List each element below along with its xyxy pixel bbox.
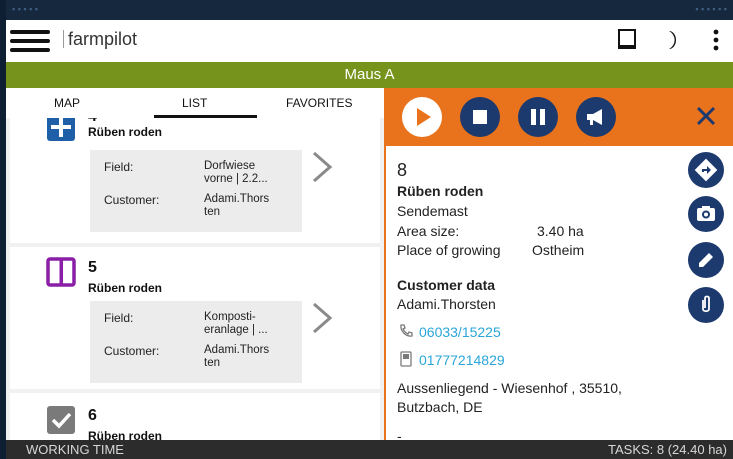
- stop-button[interactable]: [460, 97, 500, 137]
- app-bar: farmpilot: [6, 20, 733, 62]
- play-button[interactable]: [402, 97, 442, 137]
- menu-icon[interactable]: [10, 28, 50, 54]
- address-line2: Butzbach, DE: [397, 399, 483, 415]
- checkbox-checked-icon: [46, 405, 76, 435]
- status-icons-right: ▪ ▪ ▪ ▪ ▪ ▪: [695, 4, 727, 14]
- task-number: 5: [88, 259, 97, 276]
- bottom-status-bar: WORKING TIME TASKS: 8 (24.40 ha): [6, 440, 733, 459]
- field-value-line2: eranlage | ...: [204, 324, 268, 336]
- chevron-right-icon[interactable]: [310, 301, 334, 335]
- task-name: Rüben roden: [88, 429, 162, 440]
- task-name: Rüben roden: [88, 125, 162, 139]
- detail-field-name: Sendemast: [397, 203, 468, 219]
- task-controls-bar: [384, 88, 733, 146]
- tab-list[interactable]: LIST: [182, 96, 207, 110]
- area-size-value: 3.40 ha: [537, 223, 584, 239]
- tab-map[interactable]: MAP: [54, 96, 80, 110]
- field-value-line2: vorne | 2.2...: [204, 173, 268, 185]
- task-card[interactable]: 6 Rüben roden: [10, 393, 380, 440]
- field-value: Komposti- eranlage | ...: [204, 311, 296, 337]
- customer-value: Adami.Thors ten: [204, 344, 296, 370]
- phone-link[interactable]: 06033/15225: [419, 324, 501, 340]
- camera-button[interactable]: [688, 196, 724, 232]
- app-brand: farmpilot: [68, 29, 138, 49]
- task-info-box: Field: Komposti- eranlage | ... Customer…: [90, 301, 302, 383]
- announce-button[interactable]: [576, 97, 616, 137]
- chevron-right-icon[interactable]: [310, 150, 334, 184]
- status-icons-left: ▪ ▪ ▪ ▪ ▪: [12, 4, 38, 14]
- status-bar: ▪ ▪ ▪ ▪ ▪ ▪ ▪ ▪ ▪ ▪ ▪: [6, 0, 733, 20]
- more-options-icon[interactable]: [702, 26, 730, 54]
- tab-favorites[interactable]: FAVORITES: [286, 96, 352, 110]
- mobile-link[interactable]: 01777214829: [419, 352, 505, 368]
- customer-label: Customer:: [104, 193, 160, 207]
- customer-data-heading: Customer data: [397, 277, 496, 293]
- tasks-summary: TASKS: 8 (24.40 ha): [608, 442, 727, 457]
- task-number: 6: [88, 407, 97, 424]
- close-icon[interactable]: [694, 104, 718, 128]
- task-card[interactable]: 4 Rüben roden Field: Dorfwiese vorne | 2…: [10, 118, 380, 243]
- navigate-button[interactable]: [688, 152, 724, 188]
- customer-value-line1: Adami.Thors: [204, 193, 270, 205]
- working-time-label[interactable]: WORKING TIME: [26, 440, 124, 459]
- attachment-button[interactable]: [688, 287, 724, 323]
- vehicle-bar: Maus A: [6, 62, 733, 88]
- pause-button[interactable]: [518, 97, 558, 137]
- edit-button[interactable]: [688, 242, 724, 278]
- plus-icon: [46, 118, 76, 142]
- field-value-line1: Komposti-: [204, 311, 256, 323]
- customer-value: Adami.Thors ten: [204, 193, 296, 219]
- app-frame: ▪ ▪ ▪ ▪ ▪ ▪ ▪ ▪ ▪ ▪ ▪ farmpilot Maus A M…: [6, 0, 733, 459]
- customer-value-line1: Adami.Thors: [204, 344, 270, 356]
- field-label: Field:: [104, 311, 134, 325]
- detail-task-name: Rüben roden: [397, 183, 484, 199]
- task-detail-panel: 8 Rüben roden Sendemast Area size: 3.40 …: [386, 146, 733, 444]
- customer-value-line2: ten: [204, 206, 220, 218]
- customer-value-line2: ten: [204, 357, 220, 369]
- address-line1: Aussenliegend - Wiesenhof , 35510,: [397, 380, 622, 396]
- task-name: Rüben roden: [88, 281, 162, 295]
- split-field-icon: [46, 257, 76, 287]
- mobile-icon: [398, 351, 414, 370]
- task-info-box: Field: Dorfwiese vorne | 2.2... Customer…: [90, 150, 302, 232]
- phone-icon: [398, 323, 414, 342]
- place-of-growing-value: Ostheim: [532, 242, 585, 258]
- task-card[interactable]: 5 Rüben roden Field: Komposti- eranlage …: [10, 247, 380, 389]
- detail-task-number: 8: [397, 160, 408, 180]
- bookmark-icon[interactable]: [613, 26, 641, 54]
- task-list[interactable]: 4 Rüben roden Field: Dorfwiese vorne | 2…: [6, 118, 384, 440]
- place-of-growing-label: Place of growing: [397, 242, 501, 258]
- night-mode-icon[interactable]: [659, 26, 687, 54]
- customer-name: Adami.Thorsten: [397, 296, 496, 312]
- brand-separator: [63, 30, 64, 48]
- customer-label: Customer:: [104, 344, 160, 358]
- area-size-label: Area size:: [397, 223, 460, 239]
- field-value: Dorfwiese vorne | 2.2...: [204, 160, 296, 186]
- field-label: Field:: [104, 160, 134, 174]
- view-tabs: MAP LIST FAVORITES: [6, 88, 384, 118]
- field-value-line1: Dorfwiese: [204, 160, 256, 172]
